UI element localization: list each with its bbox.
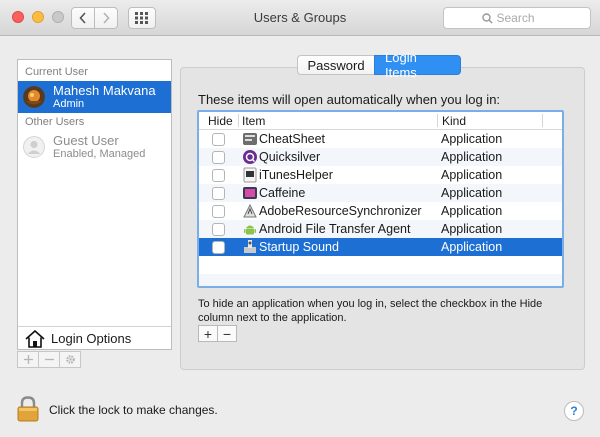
- hide-checkbox[interactable]: [212, 223, 225, 236]
- item-name: AdobeResourceSynchronizer: [259, 204, 422, 218]
- item-name: Android File Transfer Agent: [259, 222, 411, 236]
- add-login-item-button[interactable]: +: [198, 325, 218, 342]
- chevron-right-icon: [103, 12, 110, 24]
- table-row[interactable]: Quicksilver Application: [199, 148, 562, 166]
- hide-checkbox[interactable]: [212, 241, 225, 254]
- login-item-buttons: + −: [198, 325, 237, 342]
- table-row[interactable]: Android File Transfer Agent Application: [199, 220, 562, 238]
- item-kind: Application: [441, 186, 503, 200]
- item-name: Startup Sound: [259, 240, 339, 254]
- startup-sound-icon: [244, 240, 256, 253]
- user-row-current[interactable]: Mahesh Makvana Admin: [18, 81, 171, 113]
- cheatsheet-icon: [243, 133, 257, 145]
- hide-checkbox[interactable]: [212, 187, 225, 200]
- help-button[interactable]: ?: [564, 401, 584, 421]
- column-separator: [238, 114, 239, 127]
- lock-icon[interactable]: [17, 396, 39, 422]
- table-row-empty: [199, 256, 562, 274]
- login-items-intro: These items will open automatically when…: [198, 92, 501, 107]
- guest-avatar-icon: [23, 136, 45, 158]
- chevron-left-icon: [79, 12, 86, 24]
- hide-checkbox[interactable]: [212, 205, 225, 218]
- table-row-empty: [199, 274, 562, 286]
- guest-user-name: Guest User: [53, 133, 119, 148]
- item-name: iTunesHelper: [259, 168, 333, 182]
- minimize-window-button[interactable]: [32, 11, 44, 23]
- title-bar: Users & Groups: [0, 0, 600, 36]
- tab-bar: Password Login Items: [297, 50, 461, 80]
- quicksilver-icon: [243, 150, 257, 164]
- item-name: Caffeine: [259, 186, 306, 200]
- close-window-button[interactable]: [12, 11, 24, 23]
- column-separator: [437, 114, 438, 127]
- zoom-window-button[interactable]: [52, 11, 64, 23]
- home-icon: [25, 329, 45, 348]
- item-kind: Application: [441, 150, 503, 164]
- forward-button[interactable]: [94, 7, 118, 29]
- action-menu-button[interactable]: [59, 351, 81, 368]
- login-options-label: Login Options: [51, 331, 132, 346]
- user-row-guest[interactable]: Guest User Enabled, Managed: [18, 131, 171, 163]
- login-options-button[interactable]: Login Options: [18, 326, 171, 350]
- table-row[interactable]: AdobeResourceSynchronizer Application: [199, 202, 562, 220]
- tab-login-items[interactable]: Login Items: [374, 50, 461, 80]
- table-row[interactable]: Caffeine Application: [199, 184, 562, 202]
- search-input[interactable]: [496, 11, 553, 25]
- item-name: Quicksilver: [259, 150, 321, 164]
- item-kind: Application: [441, 222, 503, 236]
- adobe-icon: [243, 203, 257, 218]
- current-user-label: Current User: [25, 66, 88, 78]
- window-title: Users & Groups: [253, 10, 347, 25]
- remove-login-item-button[interactable]: −: [217, 325, 237, 342]
- table-row[interactable]: iTunesHelper Application: [199, 166, 562, 184]
- column-item[interactable]: Item: [242, 114, 265, 128]
- user-buttons: [17, 351, 81, 368]
- item-name: CheatSheet: [259, 132, 326, 146]
- item-kind: Application: [441, 204, 503, 218]
- hide-checkbox[interactable]: [212, 169, 225, 182]
- grid-icon: [135, 12, 148, 24]
- back-button[interactable]: [71, 7, 95, 29]
- hide-checkbox[interactable]: [212, 133, 225, 146]
- show-all-button[interactable]: [128, 7, 156, 29]
- minus-icon: [44, 358, 54, 361]
- tab-password[interactable]: Password: [297, 55, 374, 75]
- lock-text: Click the lock to make changes.: [49, 403, 218, 417]
- current-user-name: Mahesh Makvana: [53, 83, 156, 98]
- remove-user-button[interactable]: [38, 351, 60, 368]
- itunes-helper-icon: [243, 167, 257, 183]
- caffeine-icon: [243, 187, 257, 199]
- hide-checkbox[interactable]: [212, 151, 225, 164]
- users-groups-window: Users & Groups Current User Mahesh Makva…: [0, 0, 600, 437]
- login-items-table[interactable]: Hide Item Kind CheatSheet Application Qu…: [197, 110, 564, 288]
- column-separator: [542, 114, 543, 127]
- hide-help-text: To hide an application when you log in, …: [198, 298, 543, 324]
- item-kind: Application: [441, 240, 503, 254]
- item-kind: Application: [441, 132, 503, 146]
- item-kind: Application: [441, 168, 503, 182]
- table-row[interactable]: Startup Sound Application: [199, 238, 562, 256]
- gear-icon: [65, 355, 75, 364]
- column-kind[interactable]: Kind: [442, 114, 466, 128]
- android-icon: [244, 225, 256, 235]
- plus-icon: [23, 355, 33, 364]
- current-user-role: Admin: [53, 98, 85, 110]
- search-icon: [481, 12, 493, 24]
- table-row[interactable]: CheatSheet Application: [199, 130, 562, 148]
- other-users-label: Other Users: [25, 116, 85, 128]
- column-hide[interactable]: Hide: [208, 114, 233, 128]
- guest-user-status: Enabled, Managed: [53, 148, 146, 160]
- table-header: Hide Item Kind: [199, 112, 562, 130]
- search-field[interactable]: [443, 7, 591, 29]
- users-list-panel: Current User Mahesh Makvana Admin Other …: [17, 59, 172, 350]
- user-avatar-icon: [23, 86, 45, 108]
- add-user-button[interactable]: [17, 351, 39, 368]
